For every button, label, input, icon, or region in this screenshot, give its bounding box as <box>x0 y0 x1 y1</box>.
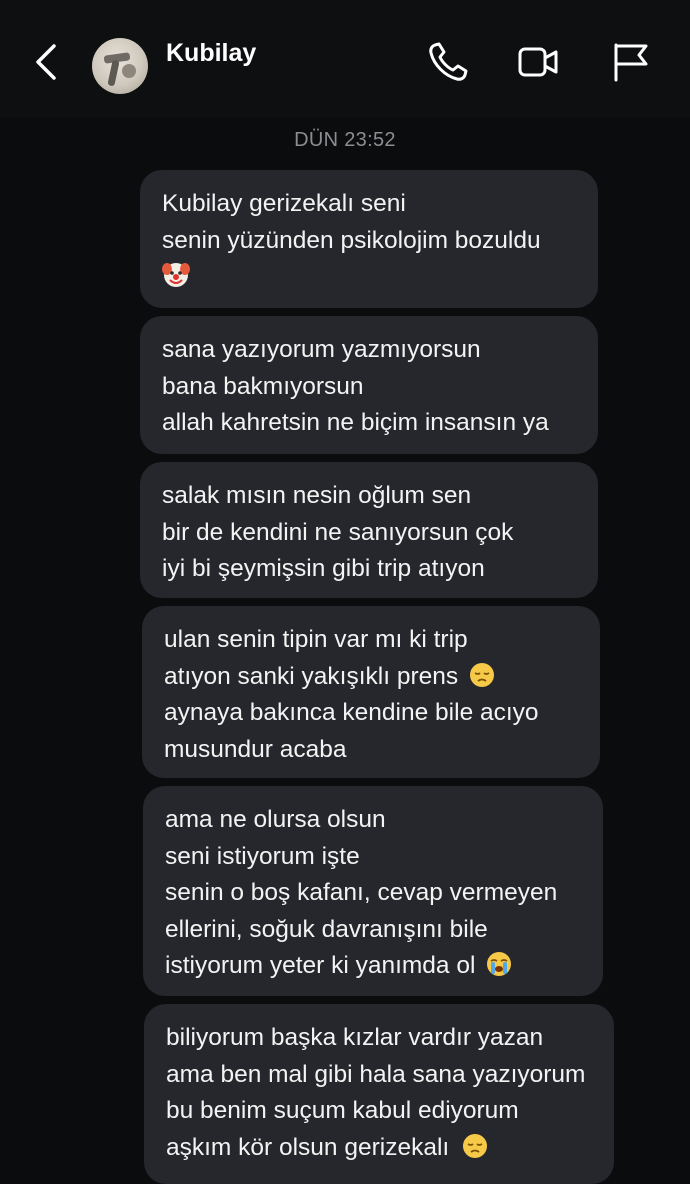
message-bubble[interactable]: salak mısın nesin oğlum sen bir de kendi… <box>140 462 598 598</box>
flag-icon[interactable] <box>608 40 652 84</box>
chevron-left-icon[interactable] <box>28 40 68 84</box>
message-line: ellerini, soğuk davranışını bile <box>165 915 488 943</box>
message-line: senin yüzünden psikolojim bozuldu <box>162 226 541 254</box>
pensive-face-icon <box>463 1133 488 1158</box>
message-bubble[interactable]: Kubilay gerizekalı seni senin yüzünden p… <box>140 170 598 308</box>
message-line: biliyorum başka kızlar vardır yazan <box>166 1024 544 1051</box>
message-line: atıyon sanki yakışıklı prens <box>164 662 459 690</box>
message-line: ama ne olursa olsun <box>165 806 386 833</box>
message-bubble[interactable]: sana yazıyorum yazmıyorsun bana bakmıyor… <box>140 316 598 454</box>
message-line: iyi bi şeymişsin gibi trip atıyon <box>162 555 485 582</box>
message-line: Kubilay gerizekalı seni <box>162 190 406 217</box>
message-line: bir de kendini ne sanıyorsun çok <box>162 518 514 546</box>
message-line: ulan senin tipin var mı ki trip <box>164 626 468 653</box>
message-line: sana yazıyorum yazmıyorsun <box>162 336 481 363</box>
pensive-face-icon <box>470 662 495 687</box>
message-line: musundur acaba <box>164 735 347 763</box>
clown-face-icon <box>162 263 190 287</box>
message-bubble[interactable]: biliyorum başka kızlar vardır yazan ama … <box>144 1004 614 1184</box>
message-line: aşkım kör olsun gerizekalı <box>166 1133 450 1161</box>
message-line: allah kahretsin ne biçim insansın ya <box>162 409 549 436</box>
loudly-crying-face-icon <box>487 952 512 976</box>
message-timestamp: DÜN 23:52 <box>294 129 396 151</box>
message-line: bu benim suçum kabul ediyorum <box>166 1097 519 1124</box>
phone-icon[interactable] <box>426 40 470 84</box>
message-line: aynaya bakınca kendine bile acıyo <box>164 699 539 726</box>
message-line: seni istiyorum işte <box>165 842 360 870</box>
message-line: senin o boş kafanı, cevap vermeyen <box>165 879 558 906</box>
message-bubble[interactable]: ulan senin tipin var mı ki trip atıyon s… <box>142 606 600 778</box>
message-line: bana bakmıyorsun <box>162 372 364 400</box>
chat-header: Kubilay <box>0 0 690 118</box>
video-camera-icon[interactable] <box>516 40 560 84</box>
avatar[interactable] <box>92 38 148 94</box>
message-bubble[interactable]: ama ne olursa olsun seni istiyorum işte … <box>143 786 603 996</box>
message-line: istiyorum yeter ki yanımda ol <box>165 952 476 979</box>
message-line: ama ben mal gibi hala sana yazıyorum <box>166 1060 586 1088</box>
contact-name[interactable]: Kubilay <box>166 39 256 68</box>
message-line: salak mısın nesin oğlum sen <box>162 482 472 509</box>
